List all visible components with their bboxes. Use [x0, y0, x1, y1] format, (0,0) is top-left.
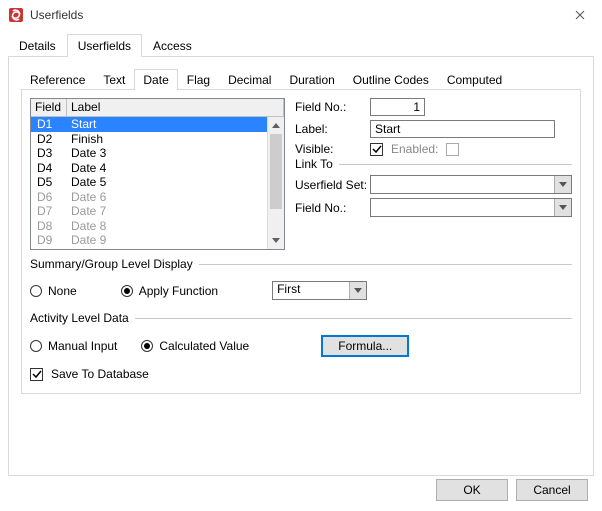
link-to-group: Link To Userfield Set: Field No.:: [295, 164, 572, 217]
grid-row[interactable]: D5Date 5: [31, 175, 284, 190]
userfield-set-value: [371, 176, 554, 193]
userfield-set-label: Userfield Set:: [295, 178, 370, 192]
label-label: Label:: [295, 122, 370, 136]
tab-decimal[interactable]: Decimal: [219, 69, 280, 90]
radio-manual-label: Manual Input: [48, 339, 117, 353]
chevron-down-icon: [349, 282, 366, 299]
grid-body: D1Start D2Finish D3Date 3 D4Date 4 D5Dat…: [31, 117, 284, 248]
grid-row[interactable]: D7Date 7: [31, 204, 284, 219]
formula-button[interactable]: Formula...: [321, 335, 409, 357]
scroll-down-icon[interactable]: [268, 232, 284, 249]
grid-row[interactable]: D3Date 3: [31, 146, 284, 161]
app-icon: [8, 7, 24, 23]
function-dropdown[interactable]: First: [272, 281, 367, 300]
visible-checkbox[interactable]: [370, 143, 383, 156]
radio-calculated-value[interactable]: Calculated Value: [141, 339, 249, 353]
field-no-input[interactable]: [370, 98, 425, 116]
radio-none-label: None: [48, 284, 77, 298]
save-to-db-label: Save To Database: [51, 367, 149, 381]
cancel-button[interactable]: Cancel: [516, 479, 588, 501]
tab-userfields[interactable]: Userfields: [67, 34, 142, 57]
inner-tab-strip: Reference Text Date Flag Decimal Duratio…: [21, 69, 581, 90]
enabled-label: Enabled:: [391, 142, 438, 156]
activity-group: Activity Level Data Manual Input Calcula…: [30, 318, 572, 381]
summary-group: Summary/Group Level Display None Apply F…: [30, 264, 572, 300]
dialog-footer: OK Cancel: [436, 479, 588, 501]
tab-text[interactable]: Text: [94, 69, 134, 90]
titlebar: Userfields: [0, 0, 602, 30]
enabled-checkbox: [446, 143, 459, 156]
chevron-down-icon: [554, 176, 571, 193]
tab-outline-codes[interactable]: Outline Codes: [344, 69, 438, 90]
userfield-set-dropdown[interactable]: [370, 175, 572, 194]
label-input[interactable]: [370, 120, 555, 138]
radio-apply-function[interactable]: Apply Function: [121, 284, 218, 298]
tab-access[interactable]: Access: [142, 34, 203, 57]
visible-label: Visible:: [295, 142, 370, 156]
close-button[interactable]: [557, 0, 602, 30]
tab-duration[interactable]: Duration: [280, 69, 343, 90]
fields-grid[interactable]: Field Label D1Start D2Finish D3Date 3 D4…: [30, 98, 285, 250]
close-icon: [575, 10, 585, 20]
scroll-thumb[interactable]: [270, 134, 282, 209]
field-no-label: Field No.:: [295, 100, 370, 114]
grid-row[interactable]: D9Date 9: [31, 233, 284, 248]
linkto-field-no-label: Field No.:: [295, 201, 370, 215]
check-icon: [32, 369, 42, 379]
window-title: Userfields: [30, 8, 557, 22]
summary-legend: Summary/Group Level Display: [30, 257, 199, 271]
grid-row[interactable]: D8Date 8: [31, 219, 284, 234]
tab-flag[interactable]: Flag: [178, 69, 219, 90]
activity-legend: Activity Level Data: [30, 311, 135, 325]
link-to-legend: Link To: [295, 157, 339, 171]
col-field[interactable]: Field: [31, 99, 67, 116]
check-icon: [372, 144, 382, 154]
tab-date[interactable]: Date: [134, 69, 177, 90]
ok-button[interactable]: OK: [436, 479, 508, 501]
outer-tab-strip: Details Userfields Access: [0, 30, 602, 57]
col-label[interactable]: Label: [67, 99, 284, 116]
function-value: First: [273, 282, 349, 299]
radio-manual-input[interactable]: Manual Input: [30, 339, 117, 353]
grid-row[interactable]: D2Finish: [31, 132, 284, 147]
chevron-down-icon: [554, 199, 571, 216]
linkto-field-no-dropdown[interactable]: [370, 198, 572, 217]
inner-panel: Field Label D1Start D2Finish D3Date 3 D4…: [21, 89, 581, 394]
tab-reference[interactable]: Reference: [21, 69, 94, 90]
grid-header: Field Label: [31, 99, 284, 117]
grid-row[interactable]: D6Date 6: [31, 190, 284, 205]
grid-row[interactable]: D1Start: [31, 117, 284, 132]
grid-scrollbar[interactable]: [267, 117, 284, 249]
grid-row[interactable]: D4Date 4: [31, 161, 284, 176]
radio-calc-label: Calculated Value: [159, 339, 249, 353]
radio-apply-label: Apply Function: [139, 284, 218, 298]
linkto-field-no-value: [371, 199, 554, 216]
tab-computed[interactable]: Computed: [438, 69, 511, 90]
save-to-db-checkbox[interactable]: [30, 368, 43, 381]
scroll-up-icon[interactable]: [268, 117, 284, 134]
outer-panel: Reference Text Date Flag Decimal Duratio…: [8, 56, 594, 476]
tab-details[interactable]: Details: [8, 34, 67, 57]
radio-none[interactable]: None: [30, 284, 77, 298]
